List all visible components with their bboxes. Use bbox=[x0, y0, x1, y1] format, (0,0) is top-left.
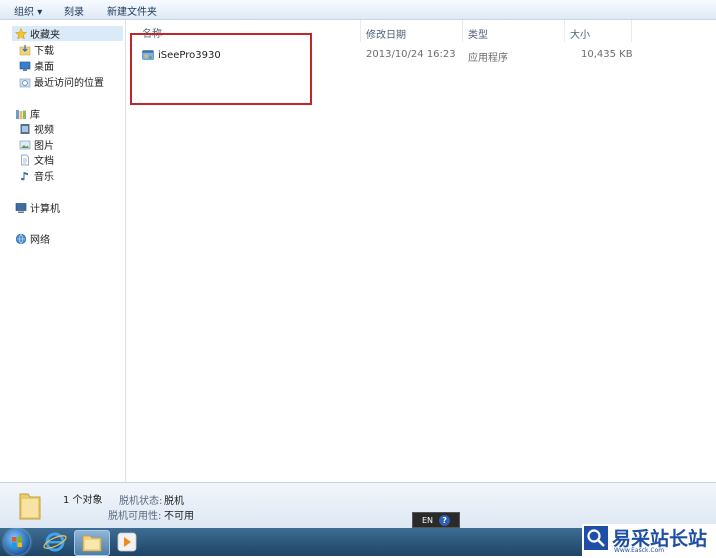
offline-availability-value: 不可用 bbox=[164, 511, 194, 522]
highlight-box bbox=[130, 33, 312, 105]
sidebar-item-music[interactable]: 音乐 bbox=[19, 168, 54, 183]
sidebar-item-videos[interactable]: 视频 bbox=[19, 121, 54, 136]
organize-label: 组织 bbox=[14, 7, 34, 18]
folder-icon bbox=[18, 489, 42, 524]
sidebar-item-label: 网络 bbox=[30, 235, 50, 246]
column-divider[interactable] bbox=[631, 20, 632, 42]
column-divider[interactable] bbox=[462, 20, 463, 42]
sidebar-item-label: 计算机 bbox=[30, 204, 60, 215]
chevron-down-icon: ▾ bbox=[37, 7, 43, 18]
sidebar-item-desktop[interactable]: 桌面 bbox=[19, 58, 54, 73]
internet-explorer-button[interactable] bbox=[38, 530, 72, 554]
watermark: 易采站长站 Www.Easck.Com bbox=[582, 524, 716, 556]
language-bar[interactable]: EN ? bbox=[412, 512, 460, 528]
recent-places-icon bbox=[19, 76, 31, 88]
sidebar-item-label: 图片 bbox=[34, 141, 54, 152]
sidebar-item-pictures[interactable]: 图片 bbox=[19, 137, 54, 152]
music-icon bbox=[19, 170, 31, 182]
sidebar-item-libraries[interactable]: 库 bbox=[15, 106, 40, 121]
folder-icon bbox=[82, 535, 102, 552]
computer-icon bbox=[15, 202, 27, 214]
network-icon bbox=[15, 233, 27, 245]
new-folder-button[interactable]: 新建文件夹 bbox=[107, 3, 157, 18]
star-icon bbox=[14, 27, 28, 40]
sidebar-item-computer[interactable]: 计算机 bbox=[15, 200, 60, 215]
column-header-type[interactable]: 类型 bbox=[468, 26, 488, 41]
watermark-logo bbox=[584, 526, 608, 550]
sidebar-item-label: 视频 bbox=[34, 125, 54, 136]
sidebar-item-downloads[interactable]: 下载 bbox=[19, 42, 54, 57]
document-icon bbox=[19, 154, 31, 166]
internet-explorer-icon bbox=[43, 532, 67, 552]
desktop-icon bbox=[19, 60, 31, 72]
sidebar-item-label: 最近访问的位置 bbox=[34, 78, 104, 89]
watermark-url: Www.Easck.Com bbox=[614, 547, 665, 554]
details-pane: 1 个对象 脱机状态: 脱机 脱机可用性: 不可用 bbox=[0, 482, 716, 529]
sidebar-item-label: 收藏夹 bbox=[30, 30, 60, 41]
burn-button[interactable]: 刻录 bbox=[64, 3, 84, 18]
offline-availability-label: 脱机可用性: bbox=[108, 511, 162, 522]
media-player-icon bbox=[117, 532, 137, 552]
video-icon bbox=[19, 123, 31, 135]
sidebar-item-label: 桌面 bbox=[34, 62, 54, 73]
file-size: 10,435 KB bbox=[581, 49, 633, 60]
offline-status-value: 脱机 bbox=[164, 496, 184, 507]
sidebar-item-label: 音乐 bbox=[34, 172, 54, 183]
picture-icon bbox=[19, 139, 31, 151]
sidebar-item-label: 文档 bbox=[34, 156, 54, 167]
sidebar-item-label: 下载 bbox=[34, 46, 54, 57]
column-divider[interactable] bbox=[360, 20, 361, 42]
column-header-modified[interactable]: 修改日期 bbox=[366, 26, 406, 41]
file-modified: 2013/10/24 16:23 bbox=[366, 49, 456, 60]
organize-button[interactable]: 组织 ▾ bbox=[14, 3, 42, 18]
library-icon bbox=[15, 108, 27, 120]
start-button[interactable] bbox=[4, 529, 30, 555]
sidebar-item-network[interactable]: 网络 bbox=[15, 231, 50, 246]
sidebar-item-label: 库 bbox=[30, 110, 40, 121]
help-icon[interactable]: ? bbox=[439, 514, 451, 526]
column-divider[interactable] bbox=[564, 20, 565, 42]
download-folder-icon bbox=[19, 44, 31, 56]
sidebar-item-recent[interactable]: 最近访问的位置 bbox=[19, 74, 104, 89]
sidebar-item-favorites[interactable]: 收藏夹 bbox=[12, 26, 123, 41]
command-bar: 组织 ▾ 刻录 新建文件夹 bbox=[0, 0, 716, 20]
offline-status-label: 脱机状态: bbox=[119, 496, 163, 507]
windows-logo-icon bbox=[12, 537, 22, 547]
column-header-size[interactable]: 大小 bbox=[570, 26, 590, 41]
language-indicator[interactable]: EN bbox=[422, 516, 433, 525]
item-count: 1 个对象 bbox=[63, 495, 103, 506]
file-type: 应用程序 bbox=[468, 53, 508, 64]
sidebar-item-documents[interactable]: 文档 bbox=[19, 152, 54, 167]
media-player-button[interactable] bbox=[110, 530, 144, 554]
explorer-button[interactable] bbox=[74, 530, 110, 556]
navigation-pane: 收藏夹 下载 桌面 最近访问的位置 库 视频 图片 文档 音乐 计算机 网络 bbox=[0, 20, 126, 482]
search-icon bbox=[587, 529, 605, 547]
